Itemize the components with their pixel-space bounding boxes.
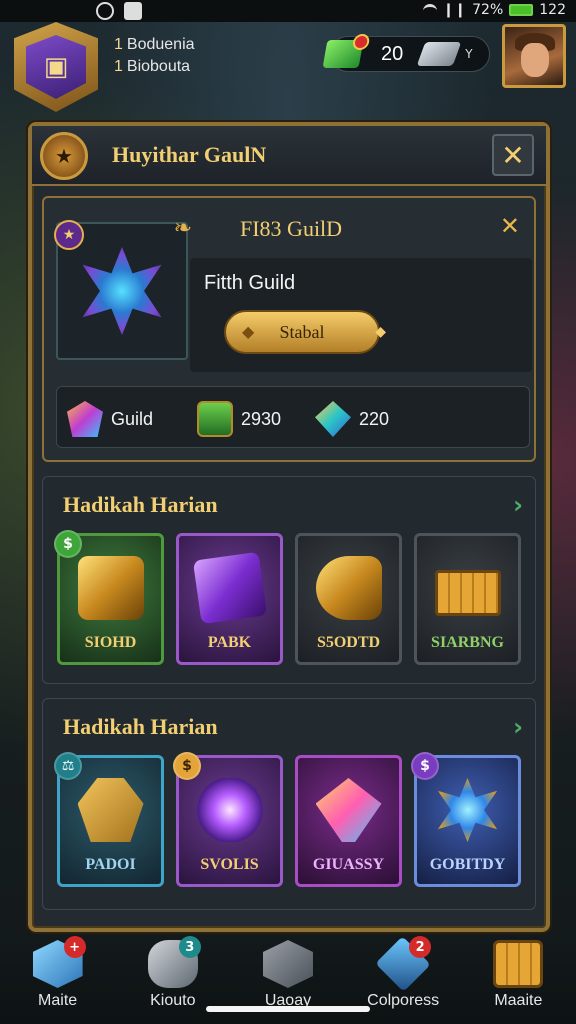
reward-card[interactable]: GIUASSY — [295, 755, 402, 887]
notification-status-icon — [124, 2, 142, 20]
player-line-2: 1 Biobouta — [114, 58, 191, 75]
silver-ingot-icon — [416, 42, 462, 66]
home-indicator[interactable] — [206, 1006, 370, 1012]
guild-crest[interactable]: ★ ❧ — [54, 216, 192, 360]
status-left-icons — [96, 2, 142, 20]
section-title: Hadikah Harian — [63, 714, 218, 739]
guild-name: Fitth Guild — [204, 272, 296, 294]
reward-card[interactable]: $ SVOLIS — [173, 752, 283, 887]
cube-icon: ▣ — [26, 35, 86, 99]
wifi-icon — [422, 4, 437, 16]
section-title: Hadikah Harian — [63, 492, 218, 517]
top-hud: ▣ 1 Boduenia 1 Biobouta 20 Y — [0, 22, 576, 112]
star-badge-icon: ★ — [54, 220, 84, 250]
guild-emblem-icon: ★ — [40, 132, 88, 180]
shard-icon — [315, 401, 351, 437]
stat-guild: Guild — [67, 399, 153, 439]
crest-star-icon — [82, 247, 162, 335]
nav-badge: 3 — [178, 936, 201, 958]
signal-icon: ❙❙ — [442, 2, 467, 18]
emerald-gem-icon — [322, 34, 371, 68]
chest-icon — [197, 401, 233, 437]
daily-rewards-section-1: Hadikah Harian › $ SIOHD PABK S5ODTD SIA… — [42, 476, 536, 684]
crate-icon — [493, 940, 544, 988]
currency-chevron: Y — [465, 47, 473, 61]
status-bar: ❙❙ 72% 122 — [0, 0, 576, 22]
nav-item-maite[interactable]: + Maite — [8, 936, 108, 1010]
stat-shard: 220 — [315, 399, 389, 439]
reward-card[interactable]: SIARBNG — [414, 533, 521, 665]
purple-chest-icon — [192, 551, 267, 625]
guild-status-button[interactable]: Stabal — [224, 310, 386, 354]
magic-orb-icon — [196, 778, 263, 842]
guild-panel: ★ Huyithar GaulN ✕ ★ ❧ FI83 GuilD ✕ Fitt… — [28, 122, 550, 932]
scale-badge-icon: ⚖ — [54, 752, 82, 780]
reward-card[interactable]: $ SIOHD — [54, 530, 164, 665]
star-gem-icon — [437, 778, 498, 842]
daily-rewards-section-2: Hadikah Harian › ⚖ PADOI $ SVOLIS GIUASS… — [42, 698, 536, 910]
reward-card[interactable]: ⚖ PADOI — [54, 752, 164, 887]
avatar[interactable] — [502, 24, 566, 88]
chevron-right-icon[interactable]: › — [513, 491, 523, 519]
nav-item-colporess[interactable]: 2 Colporess — [353, 936, 453, 1010]
clock: 122 — [539, 2, 566, 18]
chevron-right-icon[interactable]: › — [513, 713, 523, 741]
reward-card[interactable]: S5ODTD — [295, 533, 402, 665]
reward-card[interactable]: PABK — [176, 533, 283, 665]
battery-percent: 72% — [472, 2, 504, 18]
golden-robot-icon — [77, 778, 144, 842]
nav-badge: 2 — [409, 936, 432, 958]
crate-icon — [434, 570, 501, 616]
status-right: ❙❙ 72% 122 — [422, 2, 566, 18]
player-emblem[interactable]: ▣ — [14, 22, 98, 112]
guild-details: Fitth Guild Stabal — [190, 258, 532, 372]
battery-icon — [509, 4, 534, 16]
guild-close-icon[interactable]: ✕ — [500, 212, 520, 240]
golden-horn-icon — [315, 556, 382, 620]
nav-item-maaite[interactable]: Maaite — [468, 940, 568, 1010]
dollar-badge-icon: $ — [173, 752, 201, 780]
guild-header-title: FI83 GuilD — [240, 216, 343, 241]
dollar-badge-icon: $ — [54, 530, 82, 558]
nav-badge: + — [63, 936, 86, 958]
player-info: 1 Boduenia 1 Biobouta — [114, 34, 195, 78]
player-line-1: 1 Boduenia — [114, 36, 195, 53]
crystal-icon — [315, 778, 382, 842]
golden-chest-icon — [77, 556, 144, 620]
panel-title: Huyithar GaulN — [112, 142, 267, 167]
guild-info-box: ★ ❧ FI83 GuilD ✕ Fitth Guild Stabal Guil… — [42, 196, 536, 462]
guild-stats: Guild 2930 220 — [56, 386, 530, 448]
nav-item-uaoay[interactable]: Uaoay — [238, 940, 338, 1010]
close-button[interactable]: ✕ — [492, 134, 534, 176]
reward-cards: ⚖ PADOI $ SVOLIS GIUASSY $ GOBITDY — [43, 752, 535, 887]
alert-dot-icon — [351, 34, 371, 50]
dollar-badge-icon: $ — [411, 752, 439, 780]
gem-count: 20 — [381, 42, 404, 65]
gem-icon — [67, 401, 103, 437]
reward-card[interactable]: $ GOBITDY — [411, 752, 521, 887]
settings-status-icon — [96, 2, 114, 20]
panel-header: ★ Huyithar GaulN ✕ — [32, 126, 546, 186]
section-header[interactable]: Hadikah Harian › — [43, 477, 535, 533]
stat-chest: 2930 — [197, 399, 281, 439]
nav-item-kiouto[interactable]: 3 Kiouto — [123, 936, 223, 1010]
reward-cards: $ SIOHD PABK S5ODTD SIARBNG — [43, 530, 535, 665]
section-header[interactable]: Hadikah Harian › — [43, 699, 535, 755]
currency-bar[interactable]: 20 Y — [322, 34, 490, 72]
stone-cube-icon — [262, 940, 313, 988]
leaf-icon: ❧ — [173, 216, 192, 241]
